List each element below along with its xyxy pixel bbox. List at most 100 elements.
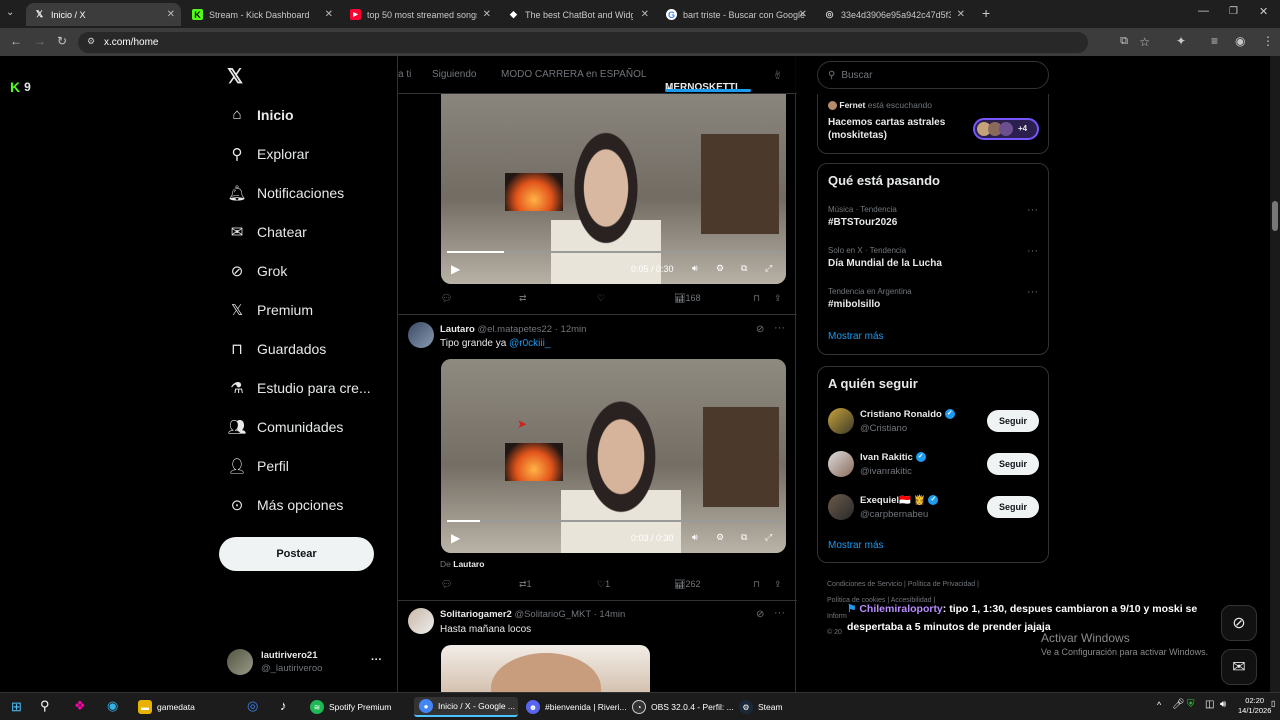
- chevron-up-icon[interactable]: ^: [1157, 700, 1161, 710]
- install-app-icon[interactable]: ⧉: [1120, 35, 1128, 48]
- more-icon[interactable]: ···: [1027, 245, 1038, 257]
- more-icon[interactable]: ···: [774, 322, 785, 334]
- settings-icon[interactable]: ⚙: [716, 263, 724, 274]
- close-tab-icon[interactable]: ✕: [957, 9, 965, 20]
- grok-icon[interactable]: ⊘: [756, 609, 764, 620]
- taskbar-app-discord[interactable]: ☻ #bienvenida | Riveri...: [526, 697, 627, 717]
- nav-item-estudio[interactable]: ⚗ Estudio para cre...: [227, 379, 370, 397]
- copilot-icon[interactable]: ❖: [74, 698, 86, 714]
- address-bar[interactable]: ⚙ x.com/home ⧉ ☆: [78, 32, 1150, 53]
- restore-button[interactable]: ❐: [1229, 6, 1238, 17]
- space-card[interactable]: Fernet está escuchando Hacemos cartas as…: [817, 94, 1049, 154]
- footer-link[interactable]: Política de Privacidad: [908, 581, 975, 588]
- nav-item-comunidades[interactable]: 👥︎ Comunidades: [227, 418, 343, 436]
- fullscreen-icon[interactable]: ⤢: [765, 263, 772, 274]
- views-icon[interactable]: 📊︎ 168: [674, 293, 700, 304]
- search-box[interactable]: ⚲ Buscar: [817, 61, 1049, 89]
- video-progress-track[interactable]: [447, 251, 780, 253]
- nav-item-inicio[interactable]: ⌂ Inicio: [227, 106, 293, 123]
- space-listeners[interactable]: +4: [973, 118, 1039, 140]
- minimize-button[interactable]: —: [1198, 5, 1209, 17]
- mention-link[interactable]: @r0ckiii_: [509, 338, 550, 349]
- trend-item[interactable]: Solo en X · Tendencia Día Mundial de la …: [818, 243, 1048, 277]
- reload-icon[interactable]: ↻: [57, 34, 67, 48]
- footer-link[interactable]: Inform: [827, 613, 847, 620]
- post-button[interactable]: Postear: [219, 537, 374, 571]
- nav-item-mas-opciones[interactable]: ⊙ Más opciones: [227, 496, 344, 514]
- security-icon[interactable]: ⛨: [1187, 699, 1195, 710]
- tiktok-icon[interactable]: ♪: [280, 698, 287, 713]
- close-tab-icon[interactable]: ✕: [325, 9, 333, 20]
- search-icon[interactable]: ⚲: [40, 698, 50, 714]
- trend-item[interactable]: Tendencia en Argentina #mibolsillo ···: [818, 284, 1048, 318]
- views-icon[interactable]: 📊︎ 262: [674, 579, 700, 590]
- browser-tab-x[interactable]: 𝕏 Inicio / X ✕: [26, 3, 181, 26]
- bookmark-icon[interactable]: ⊓: [753, 293, 760, 304]
- nav-item-grok[interactable]: ⊘ Grok: [227, 262, 288, 280]
- windows-start-icon[interactable]: ⊞: [11, 699, 22, 715]
- taskbar-app-chrome[interactable]: ● Inicio / X - Google ...: [414, 697, 518, 717]
- profile-icon[interactable]: ◉: [1235, 34, 1245, 48]
- browser-tab-google[interactable]: G bart triste - Buscar con Google ✕: [658, 3, 813, 26]
- tweet-video-1[interactable]: ▶ 0:05 / 0:30 🔊︎ ⚙ ⧉ ⤢: [441, 94, 786, 284]
- volume-icon[interactable]: 🔊︎: [692, 263, 698, 274]
- tab-para-ti[interactable]: a ti: [398, 69, 411, 80]
- taskbar-app-obs[interactable]: ◔ OBS 32.0.4 - Perfil: ...: [632, 697, 734, 717]
- more-icon[interactable]: ···: [1027, 204, 1038, 216]
- site-info-icon[interactable]: ⚙: [87, 36, 95, 47]
- tab-siguiendo[interactable]: Siguiendo: [432, 69, 476, 80]
- media-control-icon[interactable]: ≡: [1211, 34, 1218, 48]
- like-icon[interactable]: ♡: [597, 293, 605, 304]
- close-tab-icon[interactable]: ✕: [799, 9, 807, 20]
- source-name[interactable]: Lautaro: [453, 559, 484, 569]
- bookmark-star-icon[interactable]: ☆: [1139, 35, 1150, 49]
- footer-link[interactable]: Condiciones de Servicio: [827, 581, 902, 588]
- settings-icon[interactable]: ⚙: [716, 532, 724, 543]
- tab-next[interactable]: 🤘︎: [775, 69, 780, 81]
- browser-tab-kick[interactable]: K Stream - Kick Dashboard ✕: [184, 3, 339, 26]
- back-arrow-icon[interactable]: ←: [10, 34, 22, 48]
- reply-icon[interactable]: 💬︎: [441, 579, 452, 590]
- network-icon[interactable]: ◫: [1205, 699, 1214, 710]
- show-more-link[interactable]: Mostrar más: [828, 540, 884, 551]
- tab-list-chevron-icon[interactable]: ⌄: [6, 7, 14, 18]
- retweet-icon[interactable]: ⇄ 1: [519, 579, 532, 590]
- video-progress-track[interactable]: [447, 520, 780, 522]
- nav-item-notificaciones[interactable]: 🔔︎ Notificaciones: [227, 184, 344, 202]
- taskbar-app-spotify[interactable]: ≋ Spotify Premium: [310, 697, 391, 717]
- avatar[interactable]: [408, 608, 434, 634]
- follow-button[interactable]: Seguir: [987, 496, 1039, 518]
- microphone-icon[interactable]: 🎤︎: [1172, 699, 1185, 710]
- volume-icon[interactable]: 🔊︎: [692, 532, 698, 543]
- tweet-video-2[interactable]: ➤ ▶ 0:03 / 0:30 🔊︎ ⚙ ⧉ ⤢: [441, 359, 786, 553]
- notification-icon[interactable]: ▯: [1271, 699, 1275, 708]
- author-handle[interactable]: @el.matapetes22: [477, 324, 552, 335]
- more-icon[interactable]: ···: [1027, 286, 1038, 298]
- scrollbar-thumb[interactable]: [1272, 201, 1278, 231]
- close-window-button[interactable]: ✕: [1259, 5, 1268, 18]
- nav-item-perfil[interactable]: 👤︎ Perfil: [227, 457, 288, 475]
- volume-icon[interactable]: 🔊︎: [1220, 699, 1226, 710]
- play-icon[interactable]: ▶: [451, 531, 460, 545]
- close-tab-icon[interactable]: ✕: [483, 9, 491, 20]
- account-switcher[interactable]: lautirivero21 @_lautiriveroo ···: [225, 647, 385, 677]
- taskbar-app-steam[interactable]: ⚙ Steam: [739, 697, 783, 717]
- show-more-link[interactable]: Mostrar más: [828, 331, 884, 342]
- clock[interactable]: 02:20 14/1/2026: [1238, 696, 1271, 716]
- play-icon[interactable]: ▶: [451, 262, 460, 276]
- x-logo-icon[interactable]: 𝕏: [227, 64, 243, 89]
- edge-icon[interactable]: ◉: [107, 698, 118, 714]
- follow-item[interactable]: Cristiano Ronaldo ✓ @Cristiano Seguir: [818, 405, 1048, 439]
- retweet-icon[interactable]: ⇄: [519, 293, 527, 304]
- forward-arrow-icon[interactable]: →: [34, 34, 46, 48]
- account-more-icon[interactable]: ···: [371, 654, 382, 666]
- browser-tab-chatbot[interactable]: ◆ The best ChatBot and Widgets ✕: [500, 3, 655, 26]
- trend-item[interactable]: Música · Tendencia #BTSTour2026 ···: [818, 202, 1048, 236]
- nav-item-chatear[interactable]: ✉ Chatear: [227, 223, 307, 241]
- nav-item-guardados[interactable]: ⊓ Guardados: [227, 340, 326, 358]
- reply-icon[interactable]: 💬︎: [441, 293, 452, 304]
- close-tab-icon[interactable]: ✕: [167, 9, 175, 20]
- tweet-time[interactable]: · 14min: [594, 609, 626, 620]
- chrome-icon[interactable]: ◎: [247, 698, 258, 714]
- tweet-time[interactable]: · 12min: [555, 324, 587, 335]
